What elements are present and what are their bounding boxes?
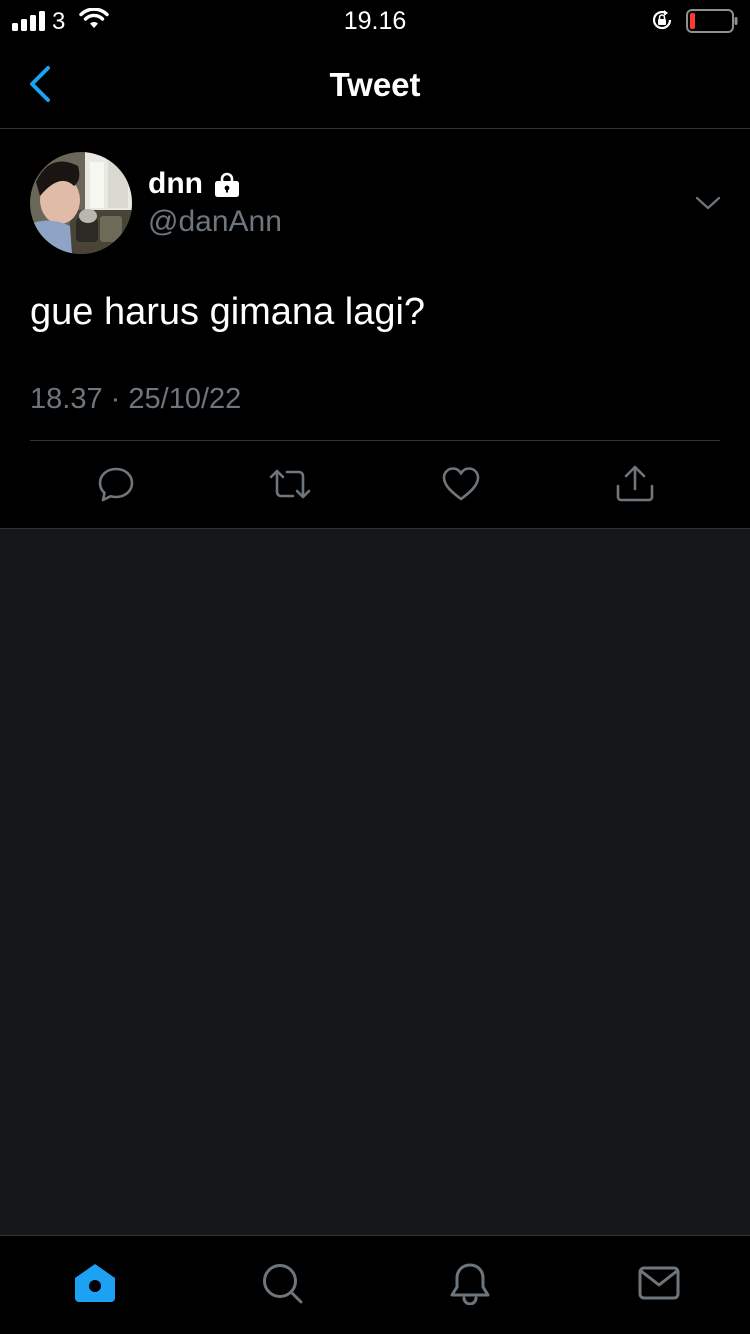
- share-button[interactable]: [615, 464, 655, 504]
- author-name-row: dnn: [148, 167, 241, 201]
- battery-icon: [686, 9, 738, 33]
- home-icon: [75, 1264, 115, 1302]
- chevron-down-icon[interactable]: [694, 193, 722, 213]
- page-title: Tweet: [329, 66, 421, 103]
- status-bar: 3 19.16: [0, 0, 750, 40]
- display-name[interactable]: dnn: [148, 167, 203, 201]
- messages-icon: [638, 1266, 680, 1300]
- nav-header: Tweet: [0, 40, 750, 129]
- tweet-detail-screen: 3 19.16 Tweet dnn @danAnn gue harus gima…: [0, 0, 750, 1334]
- tab-messages[interactable]: [637, 1261, 681, 1305]
- search-icon: [263, 1264, 303, 1304]
- tweet-detail: dnn @danAnn gue harus gimana lagi? 18.37…: [0, 129, 750, 529]
- tweet-text: gue harus gimana lagi?: [30, 291, 426, 333]
- tab-search[interactable]: [260, 1261, 304, 1305]
- reply-icon: [98, 467, 134, 502]
- protected-lock-icon: [214, 172, 239, 197]
- timestamp-separator: ·: [110, 383, 121, 415]
- like-icon: [442, 467, 480, 501]
- retweet-button[interactable]: [268, 464, 311, 504]
- battery-fill: [690, 13, 695, 29]
- reply-button[interactable]: [96, 464, 136, 504]
- like-button[interactable]: [441, 464, 481, 504]
- tweet-date: 25/10/22: [128, 383, 242, 415]
- tweet-time: 18.37: [30, 383, 103, 415]
- tab-home[interactable]: [73, 1261, 117, 1305]
- notifications-icon: [450, 1263, 490, 1306]
- retweet-icon: [269, 469, 311, 499]
- tab-notifications[interactable]: [448, 1261, 492, 1306]
- divider: [30, 440, 720, 441]
- tweet-timestamp: 18.37 · 25/10/22: [30, 383, 241, 416]
- clock: 19.16: [343, 7, 407, 35]
- user-handle[interactable]: @danAnn: [148, 205, 282, 239]
- share-icon: [616, 465, 654, 502]
- rotation-lock-icon: [652, 10, 672, 30]
- avatar[interactable]: [30, 152, 132, 254]
- bottom-tab-bar: [0, 1235, 750, 1334]
